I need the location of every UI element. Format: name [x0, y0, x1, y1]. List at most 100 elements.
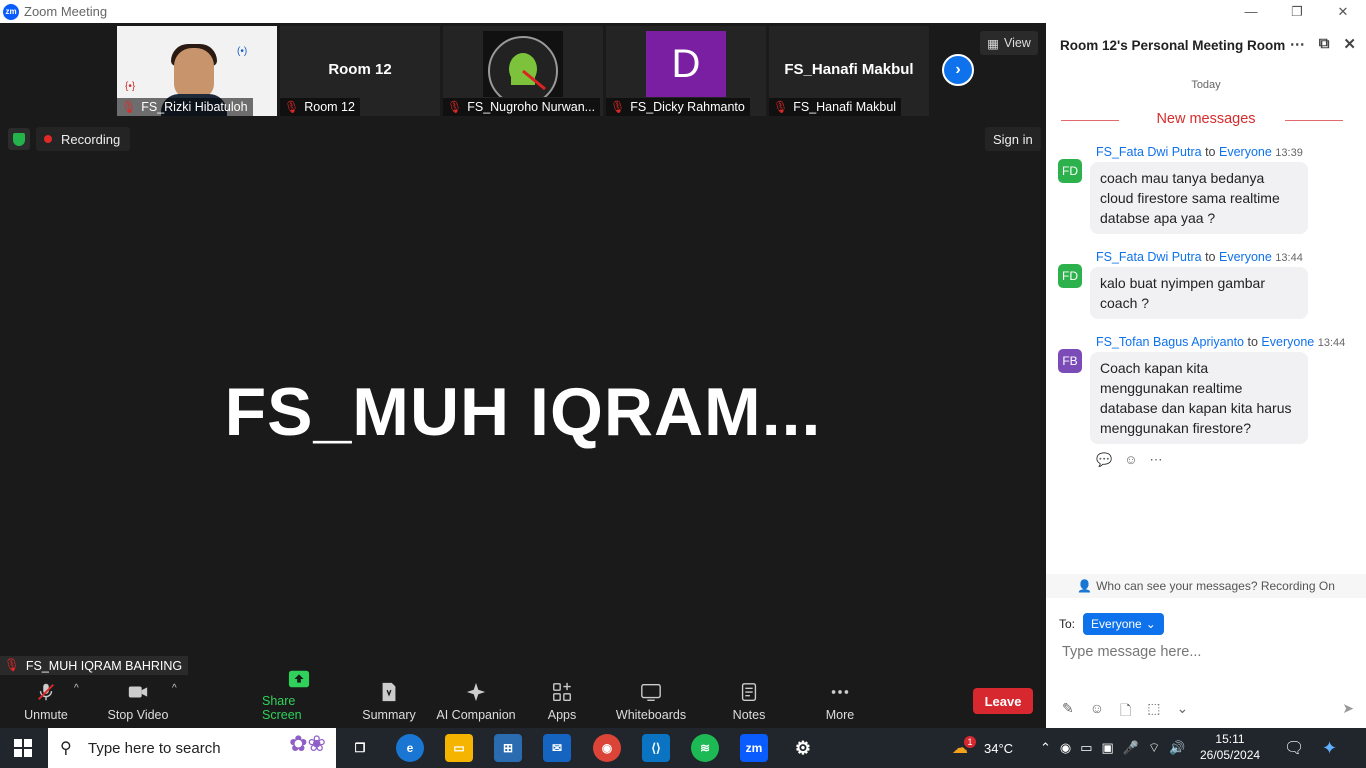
share-screen-button[interactable]: Share Screen — [262, 670, 336, 728]
battery-icon[interactable]: ▭ — [1080, 740, 1092, 756]
leave-button[interactable]: Leave — [973, 688, 1033, 714]
vscode-icon[interactable]: ⟨⟩ — [642, 734, 670, 762]
more-label: More — [825, 708, 855, 722]
participant-name: Room 12 — [304, 100, 355, 114]
participant-tile[interactable]: Room 12 🎙 Room 12 — [280, 26, 440, 116]
search-icon: ⚲ — [60, 740, 72, 757]
recipient-dropdown[interactable]: Everyone ⌄ — [1083, 613, 1164, 635]
unmute-button[interactable]: Unmute — [20, 675, 72, 728]
taskbar-search[interactable]: ⚲ Type here to search ✿❀ — [48, 728, 336, 768]
participant-face — [174, 48, 214, 98]
chat-message[interactable]: FD FS_Fata Dwi Putra to Everyone 13:44 k… — [1058, 250, 1366, 319]
message-sender[interactable]: FS_Tofan Bagus Apriyanto — [1096, 335, 1244, 349]
whiteboard-icon — [637, 680, 665, 704]
mic-muted-icon: 🎙 — [121, 100, 137, 114]
next-page-button[interactable]: › — [942, 54, 974, 86]
chevron-up-icon[interactable]: ⌃ — [1040, 740, 1051, 756]
more-options-icon[interactable]: ⋯ — [1149, 452, 1162, 468]
notes-button[interactable]: Notes — [728, 675, 770, 728]
message-recipient[interactable]: Everyone — [1219, 250, 1272, 264]
screenshot-icon[interactable]: ⬚ — [1147, 700, 1160, 724]
chat-message[interactable]: FB FS_Tofan Bagus Apriyanto to Everyone … — [1058, 335, 1366, 444]
message-recipient[interactable]: Everyone — [1261, 335, 1314, 349]
zoom-taskbar-icon[interactable]: zm — [740, 734, 768, 762]
task-view-icon[interactable]: ❒ — [346, 734, 374, 762]
message-time: 13:44 — [1317, 337, 1346, 349]
recording-indicator[interactable]: Recording — [36, 127, 131, 151]
weather-widget[interactable]: ☁ 1 34°C — [952, 728, 1013, 768]
search-placeholder: Type here to search — [88, 739, 221, 757]
camera-icon[interactable]: ▣ — [1102, 740, 1114, 756]
restore-icon[interactable]: ❐ — [1274, 0, 1320, 23]
close-icon[interactable]: ✕ — [1320, 0, 1366, 23]
emoji-reaction-icon[interactable]: ☺ — [1124, 452, 1137, 468]
new-messages-divider: New messages — [1046, 111, 1366, 127]
mail-icon[interactable]: ✉ — [543, 734, 571, 762]
apps-icon — [548, 680, 576, 704]
summary-button[interactable]: Summary — [358, 675, 420, 728]
message-sender[interactable]: FS_Fata Dwi Putra — [1096, 250, 1202, 264]
more-options-icon[interactable]: ⋯ — [1290, 35, 1305, 53]
participant-name: FS_Dicky Rahmanto — [630, 100, 745, 114]
microphone-icon[interactable]: 🎤 — [1123, 740, 1139, 756]
whiteboards-label: Whiteboards — [615, 708, 687, 722]
recipient-value: Everyone — [1091, 617, 1142, 631]
file-explorer-icon[interactable]: ▭ — [445, 734, 473, 762]
chevron-up-icon[interactable]: ^ — [74, 683, 79, 694]
whiteboards-button[interactable]: Whiteboards — [612, 675, 690, 728]
record-icon[interactable]: ◉ — [1060, 740, 1071, 756]
more-button[interactable]: More — [820, 675, 860, 728]
minimize-icon[interactable]: — — [1228, 0, 1274, 23]
participant-tile[interactable]: D 🎙 FS_Dicky Rahmanto — [606, 26, 766, 116]
participant-tile[interactable]: 🎙 FS_Nugroho Nurwan... — [443, 26, 603, 116]
chat-header: Room 12's Personal Meeting Room ⋯ ⧉ ✕ — [1046, 23, 1366, 67]
spotify-icon[interactable]: ≋ — [691, 734, 719, 762]
ai-companion-label: AI Companion — [436, 708, 516, 722]
windows-start-icon[interactable] — [14, 739, 32, 757]
chat-message[interactable]: FD FS_Fata Dwi Putra to Everyone 13:39 c… — [1058, 145, 1366, 234]
chat-title: Room 12's Personal Meeting Room — [1060, 37, 1286, 53]
message-recipient[interactable]: Everyone — [1219, 145, 1272, 159]
volume-icon[interactable]: 🔊 — [1169, 740, 1185, 756]
ai-companion-button[interactable]: AI Companion — [435, 675, 517, 728]
sign-in-button[interactable]: Sign in — [985, 127, 1041, 151]
wifi-icon[interactable]: ⌔ — [1148, 740, 1160, 756]
mic-muted-icon: 🎙 — [284, 100, 300, 114]
self-view-label: 🎙 FS_MUH IQRAM BAHRING — [0, 656, 189, 675]
visibility-note-text: Who can see your messages? Recording On — [1096, 579, 1335, 593]
mic-muted-icon: 🎙 — [4, 658, 20, 672]
notes-label: Notes — [732, 708, 766, 722]
visibility-note[interactable]: 👤 Who can see your messages? Recording O… — [1046, 574, 1366, 598]
message-sender[interactable]: FS_Fata Dwi Putra — [1096, 145, 1202, 159]
participant-tile[interactable]: {•} (•) 🎙 FS_Rizki Hibatuloh — [117, 26, 277, 116]
zoom-logo-icon: zm — [3, 3, 19, 20]
send-icon[interactable]: ➤ — [1342, 700, 1354, 717]
chevron-down-icon[interactable]: ⌄ — [1177, 700, 1189, 724]
format-icon[interactable]: ✎ — [1062, 700, 1074, 724]
apps-button[interactable]: Apps — [540, 675, 584, 728]
stop-video-button[interactable]: Stop Video — [105, 675, 171, 728]
edge-icon[interactable]: e — [396, 734, 424, 762]
message-meta: FS_Fata Dwi Putra to Everyone 13:39 — [1096, 145, 1366, 159]
message-time: 13:39 — [1275, 147, 1303, 159]
message-bubble: Coach kapan kita menggunakan realtime da… — [1090, 352, 1308, 444]
pop-out-icon[interactable]: ⧉ — [1319, 35, 1330, 53]
participant-caption: 🎙 FS_Rizki Hibatuloh — [117, 98, 253, 116]
taskbar-clock[interactable]: 15:11 26/05/2024 — [1200, 731, 1260, 763]
reply-icon[interactable]: 💬 — [1096, 452, 1112, 468]
message-input[interactable]: Type message here... — [1062, 644, 1201, 660]
settings-gear-icon[interactable]: ⚙ — [789, 734, 817, 762]
close-icon[interactable]: ✕ — [1343, 35, 1356, 53]
participant-tile[interactable]: FS_Hanafi Makbul 🎙 FS_Hanafi Makbul — [769, 26, 929, 116]
copilot-icon[interactable]: ✦ — [1322, 728, 1337, 768]
notification-icon[interactable]: 🗨 — [1284, 728, 1304, 768]
summary-label: Summary — [362, 708, 416, 722]
store-icon[interactable]: ⊞ — [494, 734, 522, 762]
message-bubble: coach mau tanya bedanya cloud firestore … — [1090, 162, 1308, 234]
emoji-icon[interactable]: ☺ — [1090, 700, 1104, 724]
file-icon[interactable]: 🗋 — [1120, 700, 1131, 724]
shield-icon[interactable] — [8, 128, 30, 150]
chrome-icon[interactable]: ◉ — [593, 734, 621, 762]
view-button[interactable]: ▦ View — [980, 31, 1038, 55]
chevron-up-icon[interactable]: ^ — [172, 683, 177, 694]
